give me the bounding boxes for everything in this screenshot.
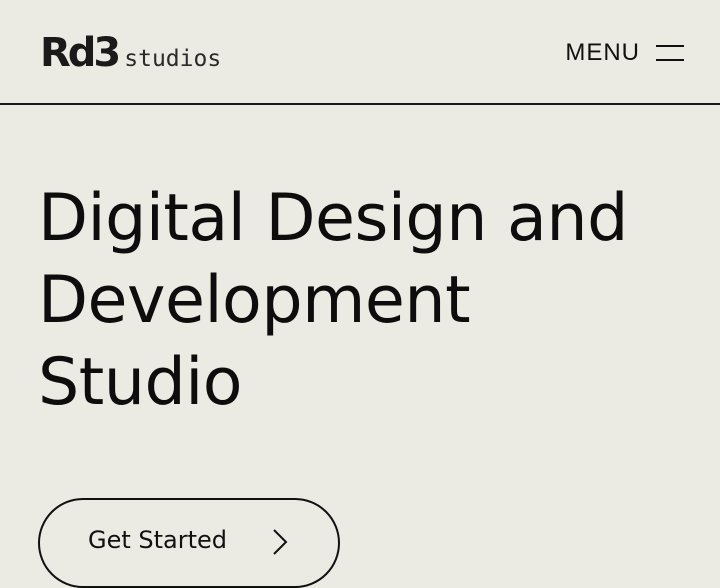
menu-label: MENU [565,39,640,66]
get-started-button[interactable]: Get Started [38,498,340,588]
site-header: Rd3 studios MENU [0,0,720,105]
hamburger-icon [656,43,684,63]
logo-mark: Rd3 [40,30,121,76]
hero-title-line-3: Studio [38,345,243,420]
menu-button[interactable]: MENU [565,36,684,70]
get-started-label: Get Started [88,526,228,554]
hero-title-line-1: Digital Design and [38,181,628,256]
hamburger-bar-top [656,45,684,47]
hero-title-line-2: Development [38,263,471,338]
chevron-right-icon [271,528,289,556]
hamburger-bar-bottom [656,59,684,61]
logo-text: studios [124,46,222,72]
hero-title: Digital Design and Development Studio [38,178,628,424]
logo[interactable]: Rd3 studios [40,28,221,78]
